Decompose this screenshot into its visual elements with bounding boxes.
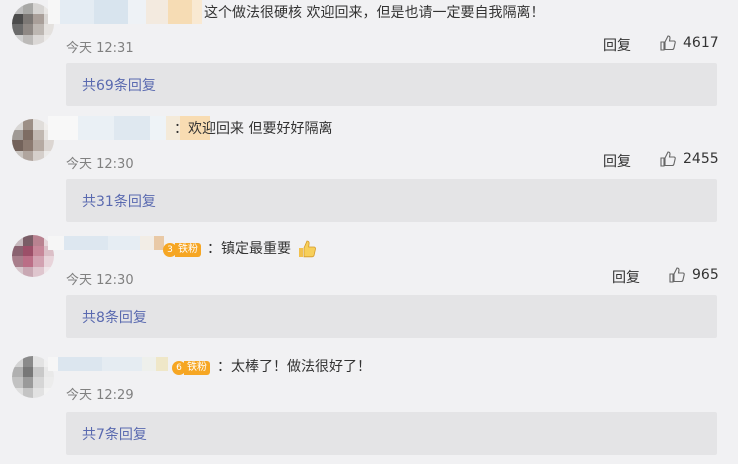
reply-button[interactable]: 回复 xyxy=(612,267,640,287)
comment-text: ：镇定最重要 xyxy=(207,241,291,257)
thumbs-up-emoji-icon xyxy=(299,240,316,258)
like-button[interactable]: 2455 xyxy=(659,150,719,168)
timestamp: 今天 12:31 xyxy=(66,41,134,56)
timestamp: 今天 12:30 xyxy=(66,157,134,172)
reply-button[interactable]: 回复 xyxy=(603,151,631,171)
fan-badge-label: 铁粉 xyxy=(175,243,201,257)
thumbs-up-icon xyxy=(660,151,676,167)
like-count: 4617 xyxy=(683,35,719,51)
comment: 3 铁粉 ：镇定最重要 今天 12:30 回复 965 共8条回复 xyxy=(0,232,738,348)
comment-text: 这个做法很硬核 欢迎回来，但是也请一定要自我隔离！ xyxy=(204,5,545,21)
username-blurred[interactable] xyxy=(48,0,202,24)
comment: 6 铁粉 ：太棒了！做法很好了！ 今天 12:29 共7条回复 xyxy=(0,348,738,464)
like-button[interactable]: 965 xyxy=(668,266,719,284)
username-blurred[interactable] xyxy=(48,236,164,250)
reply-thread-label: 共7条回复 xyxy=(82,427,147,443)
username-blurred[interactable] xyxy=(48,357,168,371)
reply-thread-link[interactable]: 共8条回复 xyxy=(66,295,717,338)
thumbs-up-icon xyxy=(660,35,676,51)
comment-text: ：欢迎回来 但要好好隔离 xyxy=(174,121,333,137)
reply-button[interactable]: 回复 xyxy=(603,35,631,55)
like-button[interactable]: 4617 xyxy=(659,34,719,52)
fan-badge-label: 铁粉 xyxy=(184,361,210,375)
timestamp: 今天 12:29 xyxy=(66,388,134,403)
reply-thread-link[interactable]: 共31条回复 xyxy=(66,179,717,222)
comment-text: ：太棒了！做法很好了！ xyxy=(217,359,371,375)
like-count: 2455 xyxy=(683,151,719,167)
reply-thread-label: 共31条回复 xyxy=(82,194,156,210)
comment: 这个做法很硬核 欢迎回来，但是也请一定要自我隔离！ 今天 12:31 回复 46… xyxy=(0,0,738,116)
reply-thread-label: 共8条回复 xyxy=(82,310,147,326)
thumbs-up-icon xyxy=(669,267,685,283)
fan-badge[interactable]: 6 铁粉 xyxy=(172,360,210,376)
like-count: 965 xyxy=(692,267,719,283)
timestamp: 今天 12:30 xyxy=(66,273,134,288)
fan-badge[interactable]: 3 铁粉 xyxy=(163,242,201,258)
comment: ：欢迎回来 但要好好隔离 今天 12:30 回复 2455 共31条回复 xyxy=(0,116,738,232)
reply-thread-link[interactable]: 共7条回复 xyxy=(66,412,717,455)
reply-thread-label: 共69条回复 xyxy=(82,78,156,94)
reply-thread-link[interactable]: 共69条回复 xyxy=(66,63,717,106)
